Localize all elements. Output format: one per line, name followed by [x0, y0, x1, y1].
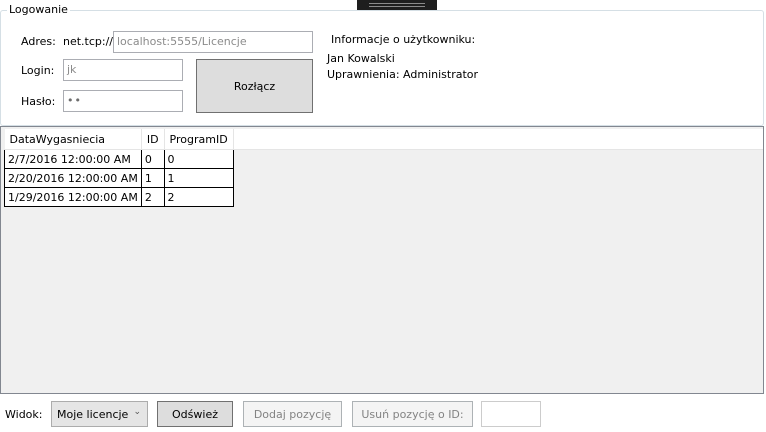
table-row[interactable]: 2/7/2016 12:00:00 AM 0 0	[4, 149, 234, 169]
address-prefix: net.tcp://	[63, 35, 114, 48]
view-combobox[interactable]: Moje licencje ⌄	[51, 401, 148, 427]
licenses-table: DataWygasniecia ID ProgramID 2/7/2016 12…	[4, 129, 234, 207]
user-permissions: Uprawnienia: Administrator	[327, 68, 479, 81]
remove-item-button[interactable]: Usuń pozycję o ID:	[352, 401, 473, 427]
user-name: Jan Kowalski	[327, 52, 395, 65]
user-info-title: Informacje o użytkowniku:	[331, 33, 476, 46]
cell-id[interactable]: 0	[140, 149, 165, 169]
cell-id[interactable]: 1	[140, 168, 165, 188]
grid-header-filler	[228, 129, 763, 150]
column-header-programid[interactable]: ProgramID	[164, 129, 234, 150]
password-label: Hasło:	[21, 95, 56, 108]
add-item-button[interactable]: Dodaj pozycję	[243, 401, 342, 427]
grip-line	[369, 3, 425, 4]
table-row[interactable]: 1/29/2016 12:00:00 AM 2 2	[4, 187, 234, 207]
disconnect-button[interactable]: Rozłącz	[196, 59, 313, 113]
column-header-id[interactable]: ID	[141, 129, 165, 150]
cell-programid[interactable]: 2	[163, 187, 234, 207]
remove-id-input[interactable]	[481, 401, 541, 427]
cell-programid[interactable]: 0	[163, 149, 234, 169]
column-header-datawygasniecia[interactable]: DataWygasniecia	[4, 129, 142, 150]
grip-line	[369, 6, 425, 7]
login-input[interactable]: jk	[63, 59, 183, 81]
view-selected-value: Moje licencje	[57, 407, 129, 421]
cell-programid[interactable]: 1	[163, 168, 234, 188]
login-group-title: Logowanie	[7, 3, 70, 16]
refresh-button[interactable]: Odśwież	[157, 401, 233, 427]
cell-date[interactable]: 2/20/2016 12:00:00 AM	[4, 168, 142, 188]
cell-date[interactable]: 1/29/2016 12:00:00 AM	[4, 187, 142, 207]
licenses-datagrid[interactable]: DataWygasniecia ID ProgramID 2/7/2016 12…	[0, 126, 764, 394]
cell-date[interactable]: 2/7/2016 12:00:00 AM	[4, 149, 142, 169]
address-input[interactable]: localhost:5555/Licencje	[113, 31, 313, 53]
cell-id[interactable]: 2	[140, 187, 165, 207]
table-row[interactable]: 2/20/2016 12:00:00 AM 1 1	[4, 168, 234, 188]
view-label: Widok:	[5, 408, 43, 421]
address-label: Adres:	[21, 35, 56, 48]
password-input[interactable]: ••	[63, 90, 183, 112]
grid-header-row: DataWygasniecia ID ProgramID	[4, 129, 234, 150]
chevron-down-icon: ⌄	[133, 407, 141, 417]
login-label: Login:	[21, 64, 55, 77]
window-drag-handle[interactable]	[357, 0, 437, 10]
